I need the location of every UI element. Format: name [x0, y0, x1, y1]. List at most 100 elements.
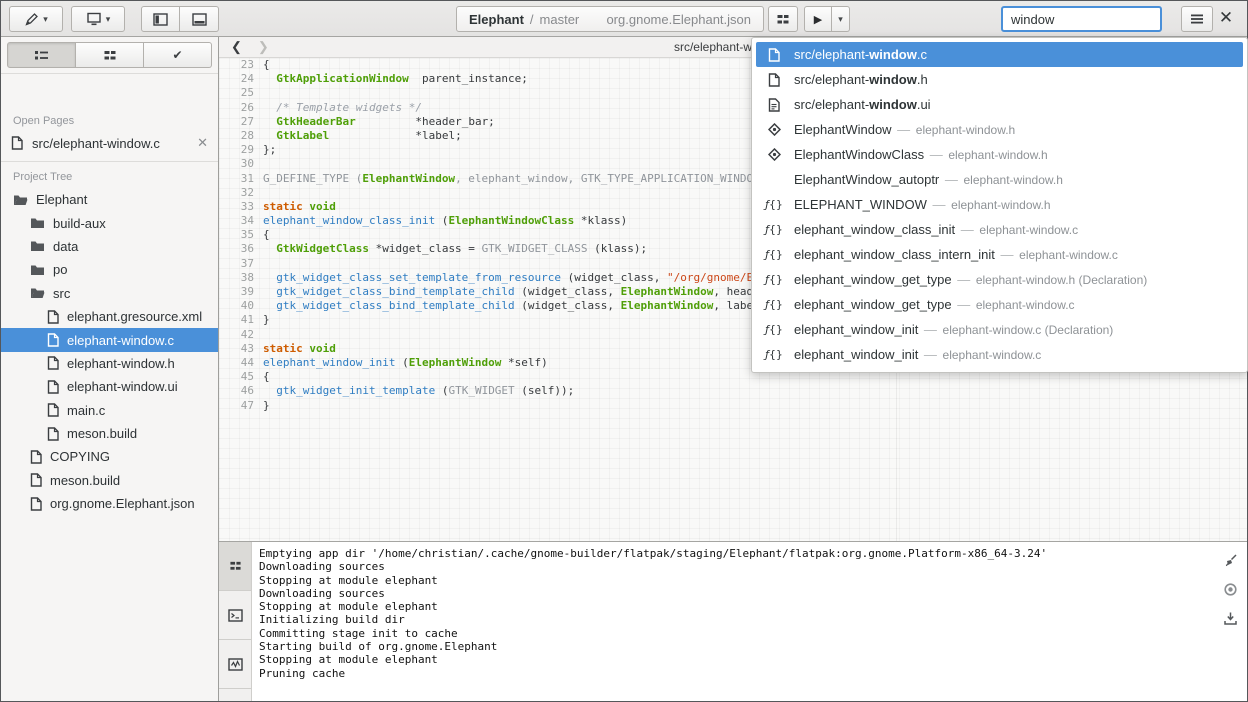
- tree-item[interactable]: elephant-window.ui: [1, 375, 218, 398]
- sidebar-view-switcher: ✔: [7, 42, 212, 68]
- tree-item-label: org.gnome.Elephant.json: [50, 496, 195, 511]
- search-result-row[interactable]: src/elephant-window.ui: [756, 92, 1243, 117]
- tree-item[interactable]: build-aux: [1, 211, 218, 234]
- folder-open-icon: [13, 194, 28, 206]
- tree-item[interactable]: meson.build: [1, 422, 218, 445]
- tree-item[interactable]: elephant.gresource.xml: [1, 305, 218, 328]
- tree-item-label: main.c: [67, 403, 105, 418]
- build-log-output[interactable]: Emptying app dir '/home/christian/.cache…: [259, 547, 1207, 701]
- tree-item[interactable]: org.gnome.Elephant.json: [1, 492, 218, 515]
- tree-item-label: Elephant: [36, 192, 87, 207]
- line-number: 25: [219, 86, 263, 100]
- line-number: 32: [219, 186, 263, 200]
- log-actions: [1217, 552, 1243, 626]
- search-result-row[interactable]: ƒ{}elephant_window_get_type — elephant-w…: [756, 267, 1243, 292]
- build-config-name: org.gnome.Elephant.json: [606, 12, 751, 27]
- builder-window: ▾ ▾ Elephant / master org.gnome.Elephant: [0, 0, 1248, 702]
- line-number: 45: [219, 370, 263, 384]
- branch-name: master: [540, 12, 580, 27]
- nav-forward-icon[interactable]: ❯: [258, 39, 269, 55]
- checkmark-icon: ✔: [172, 48, 182, 62]
- tree-item[interactable]: elephant-window.c: [1, 328, 218, 351]
- run-button[interactable]: ▶: [804, 6, 832, 32]
- tree-item[interactable]: Elephant: [1, 188, 218, 211]
- search-result-row[interactable]: ƒ{}elephant_window_init — elephant-windo…: [756, 342, 1243, 367]
- search-result-text: ElephantWindow_autoptr — elephant-window…: [794, 172, 1063, 187]
- record-icon[interactable]: [1222, 581, 1238, 597]
- search-result-row[interactable]: ElephantWindow — elephant-window.h: [756, 117, 1243, 142]
- search-input[interactable]: [1001, 6, 1162, 32]
- tab-build-output[interactable]: [219, 542, 251, 591]
- tree-item[interactable]: po: [1, 258, 218, 281]
- tree-item[interactable]: COPYING: [1, 445, 218, 468]
- line-number: 26: [219, 101, 263, 115]
- toggle-left-panel-button[interactable]: [141, 6, 180, 32]
- toggle-bottom-panel-button[interactable]: [180, 6, 219, 32]
- left-panel-icon: [153, 13, 168, 26]
- tree-item-label: COPYING: [50, 449, 110, 464]
- tab-pages[interactable]: [7, 42, 76, 68]
- play-icon: ▶: [814, 13, 822, 26]
- chevron-down-icon: ▾: [43, 15, 48, 24]
- func-icon: ƒ{}: [766, 248, 782, 261]
- device-selector-dropdown[interactable]: ▾: [71, 6, 125, 32]
- func-icon: ƒ{}: [766, 198, 782, 211]
- tool-selector-dropdown[interactable]: ▾: [9, 6, 63, 32]
- tab-terminal-2[interactable]: [219, 640, 251, 689]
- save-log-icon[interactable]: [1222, 610, 1238, 626]
- search-result-row[interactable]: ElephantWindowClass — elephant-window.h: [756, 142, 1243, 167]
- search-result-row[interactable]: src/elephant-window.h: [756, 67, 1243, 92]
- class-icon: [766, 148, 782, 161]
- build-icon: [103, 49, 117, 62]
- log-line: Emptying app dir '/home/christian/.cache…: [259, 547, 1207, 560]
- search-result-row[interactable]: ƒ{}elephant_window_class_init — elephant…: [756, 217, 1243, 242]
- tree-item[interactable]: src: [1, 282, 218, 305]
- search-result-text: elephant_window_get_type — elephant-wind…: [794, 297, 1075, 312]
- omnibar-button[interactable]: Elephant / master org.gnome.Elephant.jso…: [456, 6, 764, 32]
- search-result-row[interactable]: ƒ{}elephant_window_init — elephant-windo…: [756, 317, 1243, 342]
- file-icon: [30, 450, 42, 464]
- nav-back-icon[interactable]: ❮: [231, 39, 242, 55]
- log-line: Downloading sources: [259, 587, 1207, 600]
- line-number: 41: [219, 313, 263, 327]
- build-button[interactable]: [768, 6, 798, 32]
- open-page-label: src/elephant-window.c: [32, 136, 160, 151]
- search-result-text: src/elephant-window.h: [794, 72, 928, 87]
- pen-icon: [24, 12, 39, 27]
- run-options-dropdown[interactable]: ▾: [832, 6, 850, 32]
- tree-item-label: meson.build: [67, 426, 137, 441]
- line-number: 42: [219, 328, 263, 342]
- tree-item[interactable]: main.c: [1, 399, 218, 422]
- tree-item[interactable]: data: [1, 235, 218, 258]
- clear-log-icon[interactable]: [1222, 552, 1238, 568]
- file-icon: [30, 497, 42, 511]
- tab-todo[interactable]: ✔: [144, 42, 212, 68]
- class-icon: [766, 123, 782, 136]
- open-page-item[interactable]: src/elephant-window.c ✕: [1, 131, 218, 155]
- folder-icon: [30, 240, 45, 252]
- search-result-row[interactable]: ƒ{}ELEPHANT_WINDOW — elephant-window.h: [756, 192, 1243, 217]
- header-bar: ▾ ▾ Elephant / master org.gnome.Elephant: [1, 1, 1247, 37]
- divider: [1, 161, 218, 162]
- tree-item[interactable]: elephant-window.h: [1, 352, 218, 375]
- search-result-row[interactable]: src/elephant-window.c: [756, 42, 1243, 67]
- menu-button[interactable]: [1181, 6, 1213, 32]
- tab-terminal-1[interactable]: [219, 591, 251, 640]
- line-number: 28: [219, 129, 263, 143]
- window-close-button[interactable]: ✕: [1213, 5, 1239, 31]
- file-icon: [47, 356, 59, 370]
- folder-open-icon: [30, 287, 45, 299]
- tree-item[interactable]: meson.build: [1, 469, 218, 492]
- search-result-row[interactable]: ƒ{}elephant_window_class_intern_init — e…: [756, 242, 1243, 267]
- file-text-icon: [766, 98, 782, 112]
- log-line: Starting build of org.gnome.Elephant: [259, 640, 1207, 653]
- code-line: 47}: [219, 399, 1247, 413]
- left-sidebar: ✔ Open Pages src/elephant-window.c ✕ Pro…: [1, 37, 219, 701]
- search-result-row[interactable]: ElephantWindow_autoptr — elephant-window…: [756, 167, 1243, 192]
- func-icon: ƒ{}: [766, 348, 782, 361]
- search-result-text: src/elephant-window.ui: [794, 97, 931, 112]
- divider: [1, 73, 218, 74]
- search-result-row[interactable]: ƒ{}elephant_window_get_type — elephant-w…: [756, 292, 1243, 317]
- close-page-icon[interactable]: ✕: [197, 135, 208, 151]
- tab-build[interactable]: [76, 42, 144, 68]
